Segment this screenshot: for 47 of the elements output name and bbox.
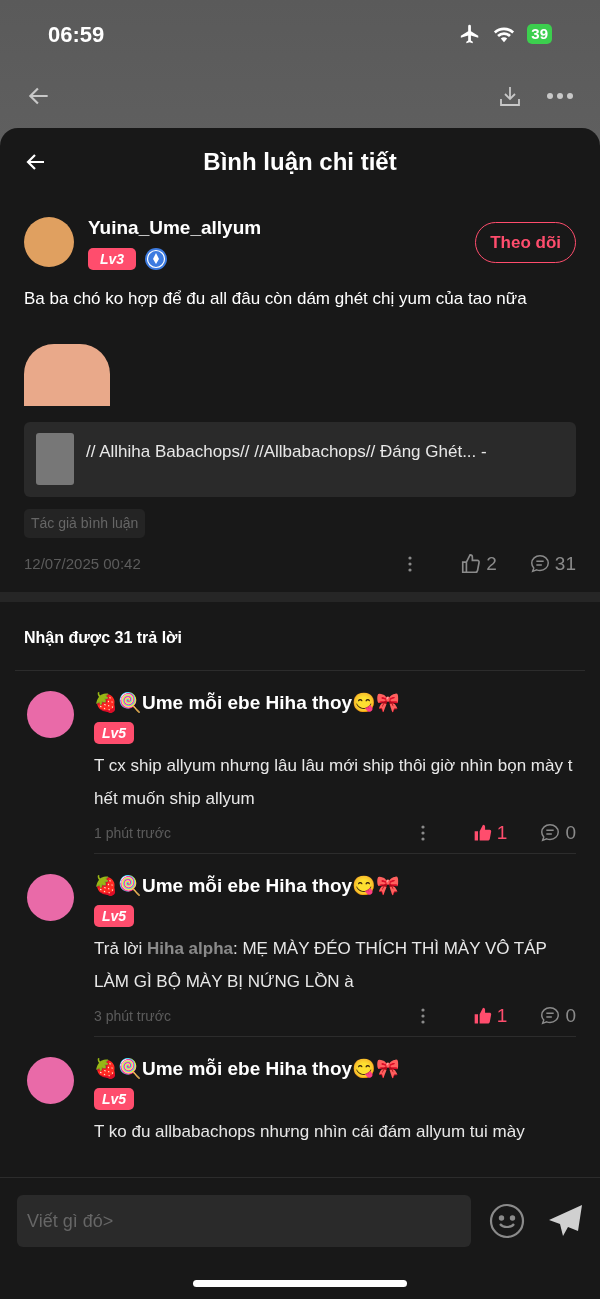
username[interactable]: 🍓🍭Ume mỗi ebe Hiha thoy😋🎀: [94, 1055, 576, 1084]
wifi-icon: [493, 25, 516, 43]
emoji-icon[interactable]: [489, 1203, 525, 1239]
avatar[interactable]: [27, 1057, 74, 1105]
more-icon[interactable]: [420, 825, 425, 842]
reply-count: 0: [565, 820, 576, 845]
username[interactable]: 🍓🍭Ume mỗi ebe Hiha thoy😋🎀: [94, 872, 576, 901]
like-icon[interactable]: [460, 553, 483, 576]
battery-indicator: 39: [527, 24, 552, 44]
timestamp: 1 phút trước: [94, 823, 171, 843]
like-count: 1: [496, 1003, 508, 1028]
reply-text: Trả lời Hiha alpha: MẸ MÀY ĐÉO THÍCH THÌ MÀY VÔ TÁP LÀM GÌ BỘ MÀY BỊ NỨNG LỒN à: [94, 937, 548, 993]
like-icon[interactable]: [472, 1006, 493, 1027]
comment-icon[interactable]: [539, 822, 562, 845]
avatar[interactable]: [27, 691, 74, 739]
page-title: Bình luận chi tiết: [203, 147, 397, 177]
reply-text: T ko đu allbabachops nhưng nhìn cái đám allyum tui mày: [94, 1120, 526, 1143]
more-icon[interactable]: [420, 1008, 425, 1025]
level-badge: Lv5: [94, 904, 135, 927]
comment-icon[interactable]: [528, 553, 551, 576]
like-icon[interactable]: [472, 823, 493, 844]
comment-icon[interactable]: [539, 1005, 562, 1028]
comment-text: Ba ba chó ko hợp để đu all đâu còn dám ghét chị yum của tao nữa: [24, 287, 528, 310]
replies-heading: Nhận được 31 trả lời: [23, 628, 183, 649]
avatar[interactable]: [27, 874, 74, 922]
comment-input[interactable]: Viết gì đó>: [17, 1195, 471, 1247]
username[interactable]: 🍓🍭Ume mỗi ebe Hiha thoy😋🎀: [94, 689, 576, 718]
more-icon[interactable]: [546, 92, 574, 100]
like-count: 2: [486, 551, 497, 576]
photo-placeholder: [36, 432, 74, 485]
reply-text: T cx ship allyum nhưng lâu lâu mới ship thôi giờ nhìn bọn mày t hết muốn ship allyum: [94, 754, 574, 810]
clock: 06:59: [48, 20, 105, 49]
reply-count: 31: [554, 551, 576, 576]
timestamp: 12/07/2025 00:42: [24, 553, 141, 574]
level-badge: Lv5: [94, 721, 135, 744]
username[interactable]: Yuina_Ume_allyum: [88, 214, 476, 243]
level-badge: Lv5: [94, 1087, 135, 1110]
level-badge: Lv3: [88, 247, 137, 270]
timestamp: 3 phút trước: [94, 1006, 171, 1026]
like-count: 1: [496, 820, 508, 845]
link-title: // Allhiha Babachops// //Allbabachops// Đáng Ghét... -: [86, 440, 487, 463]
reply-count: 0: [565, 1003, 576, 1028]
more-icon[interactable]: [408, 556, 413, 573]
avatar[interactable]: [24, 217, 74, 268]
download-icon[interactable]: [498, 84, 522, 108]
author-tag: Tác giả bình luận: [24, 508, 146, 538]
link-card[interactable]: // Allhiha Babachops// //Allbabachops// Đáng Ghét... -: [24, 421, 576, 497]
